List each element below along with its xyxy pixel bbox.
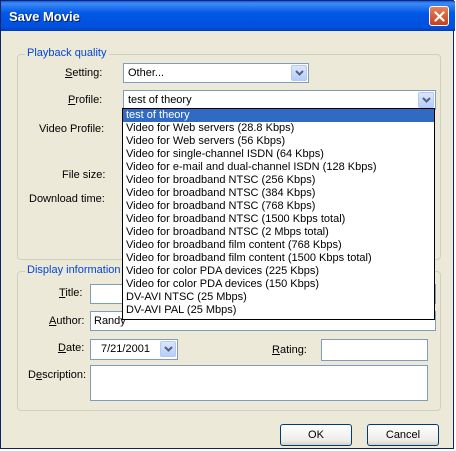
profile-label: Profile: — [68, 94, 103, 106]
file-size-label: File size: — [62, 169, 106, 181]
profile-dropdown-button[interactable] — [418, 92, 434, 108]
save-movie-dialog: Save Movie Playback quality Setting: Oth… — [0, 0, 455, 449]
title-bar: Save Movie — [1, 1, 455, 31]
profile-option[interactable]: DV-AVI PAL (25 Mbps) — [123, 304, 434, 317]
profile-option[interactable]: Video for e-mail and dual-channel ISDN (… — [123, 161, 434, 174]
close-button[interactable] — [429, 6, 449, 26]
profile-dropdown[interactable]: test of theory — [123, 90, 436, 110]
setting-dropdown[interactable]: Other... — [123, 63, 309, 83]
profile-option[interactable]: Video for color PDA devices (225 Kbps) — [123, 265, 434, 278]
chevron-down-icon — [163, 346, 173, 352]
close-icon — [433, 10, 445, 22]
description-label: Description: — [28, 369, 87, 381]
rating-label: Rating: — [272, 344, 307, 356]
profile-option[interactable]: DV-AVI NTSC (25 Mbps) — [123, 291, 434, 304]
author-label: Author: — [49, 315, 85, 327]
cancel-button[interactable]: Cancel — [367, 424, 439, 446]
video-profile-label: Video Profile: — [39, 123, 105, 135]
description-field[interactable] — [90, 365, 428, 401]
date-picker[interactable]: 7/21/2001 — [90, 339, 178, 360]
profile-option[interactable]: Video for broadband film content (768 Kb… — [123, 239, 434, 252]
display-information-label: Display information — [25, 264, 123, 276]
setting-value: Other... — [128, 67, 165, 79]
date-label: Date: — [58, 342, 85, 354]
setting-dropdown-button[interactable] — [291, 65, 307, 81]
download-time-label: Download time: — [29, 193, 105, 205]
date-value: 7/21/2001 — [101, 343, 150, 355]
profile-option[interactable]: Video for broadband film content (1500 K… — [123, 252, 434, 265]
profile-option[interactable]: Video for broadband NTSC (2 Mbps total) — [123, 226, 434, 239]
date-dropdown-button[interactable] — [160, 341, 176, 357]
profile-option[interactable]: Video for single-channel ISDN (64 Kbps) — [123, 148, 434, 161]
chevron-down-icon — [294, 70, 304, 76]
ok-button[interactable]: OK — [280, 424, 352, 446]
title-label: Title: — [59, 287, 83, 299]
profile-dropdown-list[interactable]: test of theory Video for Web servers (28.… — [122, 108, 435, 320]
window-title: Save Movie — [9, 9, 80, 24]
profile-option[interactable]: Video for broadband NTSC (256 Kbps) — [123, 174, 434, 187]
rating-field[interactable] — [321, 339, 428, 361]
profile-option[interactable]: Video for Web servers (28.8 Kbps) — [123, 122, 434, 135]
profile-option[interactable]: Video for broadband NTSC (1500 Kbps tota… — [123, 213, 434, 226]
profile-option[interactable]: Video for broadband NTSC (384 Kbps) — [123, 187, 434, 200]
profile-option[interactable]: Video for color PDA devices (150 Kbps) — [123, 278, 434, 291]
chevron-down-icon — [421, 97, 431, 103]
setting-label: Setting: — [65, 67, 103, 79]
profile-value: test of theory — [128, 94, 192, 106]
playback-quality-label: Playback quality — [25, 47, 109, 59]
profile-option[interactable]: Video for Web servers (56 Kbps) — [123, 135, 434, 148]
profile-option[interactable]: Video for broadband NTSC (768 Kbps) — [123, 200, 434, 213]
profile-option[interactable]: test of theory — [123, 109, 434, 122]
